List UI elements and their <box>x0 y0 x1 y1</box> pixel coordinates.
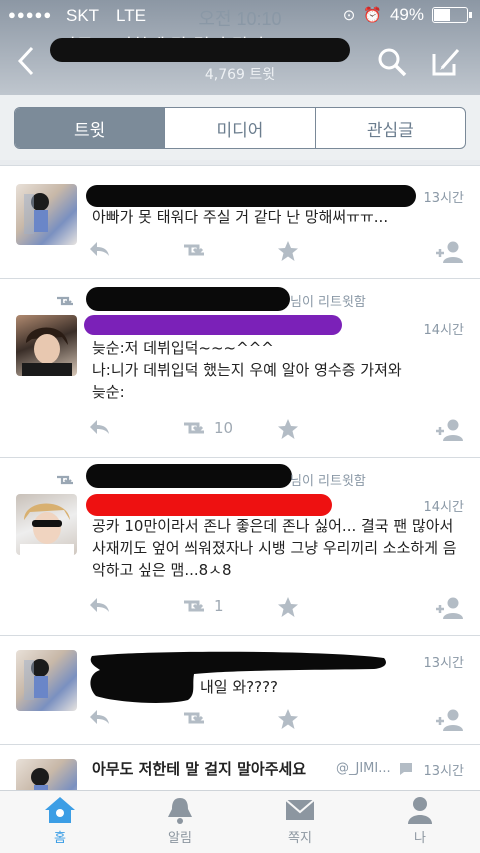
reply-button[interactable] <box>88 418 110 436</box>
retweeter-redaction <box>86 464 292 488</box>
tab-favorites[interactable]: 관심글 <box>314 108 465 148</box>
tab-notifications-label: 알림 <box>168 831 192 846</box>
avatar[interactable] <box>16 494 77 555</box>
segmented-control: 트윗 미디어 관심글 <box>14 107 466 149</box>
alarm-icon: ⏰ <box>363 7 382 24</box>
tweet-time: 13시간 <box>423 191 464 206</box>
name-redaction <box>86 185 416 207</box>
reply-button[interactable] <box>88 596 110 614</box>
conversation-icon <box>398 761 414 780</box>
avatar[interactable] <box>16 650 77 711</box>
tab-bar: 홈 알림 쪽지 나 <box>0 790 480 853</box>
battery-icon <box>432 7 472 23</box>
display-name: 아무도 저한테 말 걸지 말아주세요 <box>92 760 307 778</box>
tab-media[interactable]: 미디어 <box>164 108 314 148</box>
avatar[interactable] <box>16 315 77 376</box>
retweet-count: 10 <box>214 419 234 437</box>
follow-button[interactable] <box>434 418 464 442</box>
favorite-button[interactable] <box>277 240 299 262</box>
name-redaction <box>86 494 332 516</box>
tweet-actions: 1 <box>0 596 480 622</box>
tweet-item[interactable]: 님이 리트윗함 14시간 늦순:저 데뷔입덕~~~^^^ 나:니가 데뷔입덕 했… <box>0 278 480 457</box>
rotation-lock-icon: ⊙ <box>342 7 356 24</box>
retweet-indicator-icon <box>54 472 76 486</box>
retweet-button[interactable]: 10 <box>180 418 233 438</box>
compose-button[interactable] <box>430 46 462 78</box>
retweet-count: 1 <box>214 597 224 615</box>
tab-me[interactable]: 나 <box>372 795 468 846</box>
status-bar: ●●●●● SKT LTE 오전 10:10 ⊙ ⏰ 49% <box>0 0 480 34</box>
home-icon <box>45 797 75 823</box>
retweeted-by: 님이 리트윗함 <box>290 295 366 310</box>
tab-messages-label: 쪽지 <box>288 831 312 846</box>
handle: @_JIMI... <box>336 761 391 776</box>
tab-me-label: 나 <box>414 831 426 846</box>
tab-home-label: 홈 <box>54 831 66 846</box>
tab-home[interactable]: 홈 <box>12 795 108 846</box>
retweeted-by: 님이 리트윗함 <box>290 474 366 489</box>
tweet-text: 공카 10만이라서 존나 좋은데 존나 싫어... 결국 팬 많아서 사재끼도 … <box>92 517 459 579</box>
tweet-item[interactable]: 13시간 아빠가 못 태워다 주실 거 같다 난 망해써ㅠㅠ... <box>0 165 480 278</box>
title-redaction <box>50 38 350 62</box>
tab-notifications[interactable]: 알림 <box>132 795 228 846</box>
name-redaction <box>84 315 342 335</box>
battery-percent: 49% <box>389 5 424 24</box>
person-icon <box>408 797 432 824</box>
follow-button[interactable] <box>434 240 464 264</box>
tweet-text: 아빠가 못 태워다 주실 거 같다 난 망해써ㅠㅠ... <box>92 208 389 226</box>
tweet-actions <box>0 708 480 734</box>
tabs-area: 트윗 미디어 관심글 <box>0 95 480 160</box>
tab-tweets[interactable]: 트윗 <box>15 108 165 148</box>
tab-messages[interactable]: 쪽지 <box>252 795 348 846</box>
tweet-count: 4,769 트윗 <box>204 67 276 83</box>
retweet-button[interactable] <box>180 708 208 728</box>
tweet-text: 늦순:저 데뷔입덕~~~^^^ 나:니가 데뷔입덕 했는지 우예 알아 영수증 … <box>92 339 402 401</box>
tweet-time: 14시간 <box>423 323 464 338</box>
tweet-item[interactable]: 13시간 내일 와???? <box>0 635 480 744</box>
follow-button[interactable] <box>434 708 464 732</box>
retweet-button[interactable]: 1 <box>180 596 224 616</box>
name-redaction <box>90 651 386 703</box>
search-button[interactable] <box>376 46 408 78</box>
tweet-time: 13시간 <box>423 764 464 779</box>
retweet-indicator-icon <box>54 293 76 307</box>
tweet-time: 14시간 <box>423 500 464 515</box>
tweet-item[interactable]: 아무도 저한테 말 걸지 말아주세요 @_JIMI... 13시간 <box>0 744 480 820</box>
tweet-item[interactable]: 님이 리트윗함 14시간 공카 10만이라서 존나 좋은데 존나 싫어... 결… <box>0 457 480 635</box>
reply-button[interactable] <box>88 708 110 726</box>
retweet-button[interactable] <box>180 240 208 260</box>
bell-icon <box>168 798 192 824</box>
tweet-actions <box>0 240 480 266</box>
tweet-actions: 10 <box>0 418 480 444</box>
avatar[interactable] <box>16 184 77 245</box>
favorite-button[interactable] <box>277 596 299 618</box>
retweeter-redaction <box>86 287 290 311</box>
follow-button[interactable] <box>434 596 464 620</box>
tweet-time: 13시간 <box>423 656 464 671</box>
reply-button[interactable] <box>88 240 110 258</box>
favorite-button[interactable] <box>277 708 299 730</box>
envelope-icon <box>285 799 315 820</box>
favorite-button[interactable] <box>277 418 299 440</box>
